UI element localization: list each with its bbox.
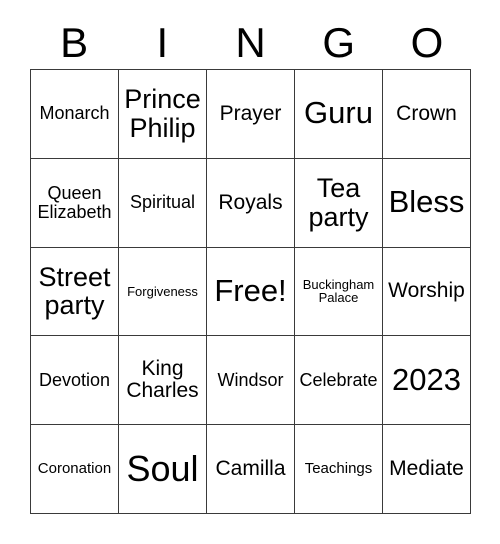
bingo-cell-label: Buckingham Palace xyxy=(302,276,375,306)
bingo-cell[interactable]: Soul xyxy=(119,425,207,514)
bingo-cell[interactable]: Street party xyxy=(31,247,119,337)
bingo-cell-label: 2023 xyxy=(392,361,461,397)
bingo-cell-label: Spiritual xyxy=(129,192,196,213)
bingo-cell[interactable]: Monarch xyxy=(31,70,119,159)
bingo-cell[interactable]: Celebrate xyxy=(295,336,383,426)
header-letter-i: I xyxy=(156,19,169,66)
bingo-cell[interactable]: Tea party xyxy=(295,158,383,248)
bingo-cell-label: Worship xyxy=(388,279,465,303)
bingo-cell-label: Street party xyxy=(38,261,111,321)
bingo-cell[interactable]: Buckingham Palace xyxy=(295,247,383,337)
bingo-cell-label: Windsor xyxy=(217,369,284,390)
header-letter-n: N xyxy=(235,19,266,66)
bingo-cell-label: Forgiveness xyxy=(127,283,198,299)
bingo-cell[interactable]: Teachings xyxy=(295,425,383,514)
bingo-cell[interactable]: Coronation xyxy=(31,425,119,514)
header-letter-b: B xyxy=(60,19,89,66)
bingo-cell[interactable]: Camilla xyxy=(207,425,295,514)
header-letter-g: G xyxy=(322,19,356,66)
bingo-header: B I N G O xyxy=(30,18,471,68)
bingo-cell-label: Tea party xyxy=(308,173,369,232)
bingo-cell-label: Coronation xyxy=(37,460,112,478)
bingo-cell-label: Prayer xyxy=(219,101,282,125)
bingo-cell[interactable]: Mediate xyxy=(383,425,471,514)
bingo-cell-label: Queen Elizabeth xyxy=(37,182,112,222)
bingo-cell[interactable]: Bless xyxy=(383,158,471,248)
bingo-cell[interactable]: Free! xyxy=(207,247,295,337)
bingo-cell[interactable]: Prince Philip xyxy=(119,70,207,159)
header-letter-o: O xyxy=(410,19,444,66)
bingo-cell[interactable]: Queen Elizabeth xyxy=(31,158,119,248)
bingo-cell-label: Celebrate xyxy=(299,369,378,390)
bingo-cell[interactable]: Spiritual xyxy=(119,158,207,248)
bingo-cell-label: Crown xyxy=(396,101,457,125)
bingo-cell-label: Guru xyxy=(304,95,373,131)
bingo-cell-label: Camilla xyxy=(215,456,286,480)
bingo-cell-label: Soul xyxy=(126,448,199,490)
bingo-cell[interactable]: Prayer xyxy=(207,70,295,159)
bingo-grid: Monarch Prince Philip Prayer Guru Crown Queen… xyxy=(30,69,471,514)
bingo-cell[interactable]: 2023 xyxy=(383,336,471,426)
bingo-cell[interactable]: Devotion xyxy=(31,336,119,426)
bingo-cell-label: Devotion xyxy=(38,369,111,390)
bingo-cell-label: Bless xyxy=(388,184,465,220)
bingo-cell-label: Monarch xyxy=(39,103,110,124)
bingo-cell-label: Royals xyxy=(218,190,283,214)
bingo-cell-label: Mediate xyxy=(389,456,464,480)
bingo-cell[interactable]: Forgiveness xyxy=(119,247,207,337)
bingo-cell-label: King Charles xyxy=(126,357,199,403)
bingo-cell[interactable]: Guru xyxy=(295,70,383,159)
bingo-cell[interactable]: Royals xyxy=(207,158,295,248)
bingo-cell-label: Teachings xyxy=(304,460,373,478)
bingo-cell[interactable]: King Charles xyxy=(119,336,207,426)
bingo-cell-label: Free! xyxy=(214,273,287,309)
bingo-card: B I N G O Monarch Prince Philip Prayer Guru… xyxy=(0,0,500,544)
bingo-cell[interactable]: Windsor xyxy=(207,336,295,426)
bingo-cell[interactable]: Worship xyxy=(383,247,471,337)
bingo-cell-label: Prince Philip xyxy=(124,84,201,143)
bingo-cell[interactable]: Crown xyxy=(383,70,471,159)
